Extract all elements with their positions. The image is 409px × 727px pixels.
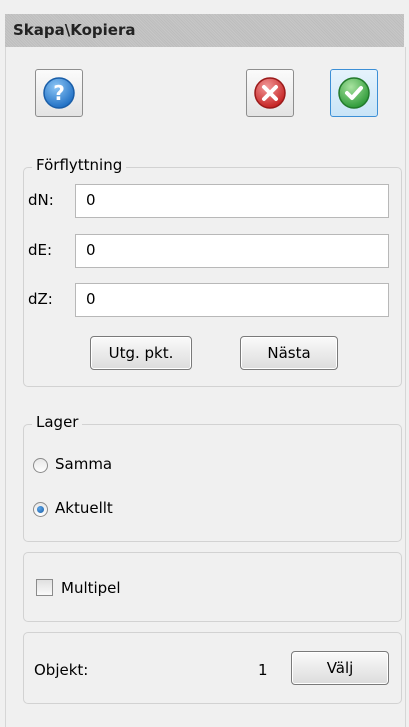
cancel-button[interactable] xyxy=(246,69,294,117)
next-button[interactable]: Nästa xyxy=(240,336,338,370)
objects-label: Objekt: xyxy=(34,661,89,679)
dn-label: dN: xyxy=(28,191,54,209)
panel-titlebar: Skapa\Kopiera xyxy=(5,14,404,48)
origin-point-button[interactable]: Utg. pkt. xyxy=(90,336,192,370)
confirm-check-icon xyxy=(338,77,370,109)
de-label: dE: xyxy=(28,241,53,259)
multiple-checkbox[interactable] xyxy=(36,579,53,596)
radio-current[interactable] xyxy=(33,502,48,517)
radio-current-label: Aktuellt xyxy=(55,499,113,517)
help-button[interactable]: ? xyxy=(35,69,83,117)
cancel-x-icon xyxy=(254,77,286,109)
radio-selected-dot xyxy=(37,506,44,513)
radio-same[interactable] xyxy=(33,458,48,473)
layer-legend: Lager xyxy=(32,413,83,431)
create-copy-panel: Skapa\Kopiera ? Förflyttning dN: 0 dE: 0… xyxy=(0,0,409,727)
multiple-label: Multipel xyxy=(61,579,121,597)
radio-same-label: Samma xyxy=(55,455,113,473)
select-button[interactable]: Välj xyxy=(291,651,389,685)
de-input[interactable]: 0 xyxy=(75,234,389,268)
question-icon: ? xyxy=(43,77,75,109)
svg-text:?: ? xyxy=(53,81,65,105)
objects-count: 1 xyxy=(258,661,268,679)
dz-input[interactable]: 0 xyxy=(75,283,389,317)
confirm-button[interactable] xyxy=(330,69,378,117)
panel-title: Skapa\Kopiera xyxy=(13,21,136,39)
dn-input[interactable]: 0 xyxy=(75,184,389,218)
dz-label: dZ: xyxy=(28,290,53,308)
layer-group: Lager xyxy=(23,413,402,542)
panel-body xyxy=(5,47,406,727)
displacement-legend: Förflyttning xyxy=(32,156,127,174)
